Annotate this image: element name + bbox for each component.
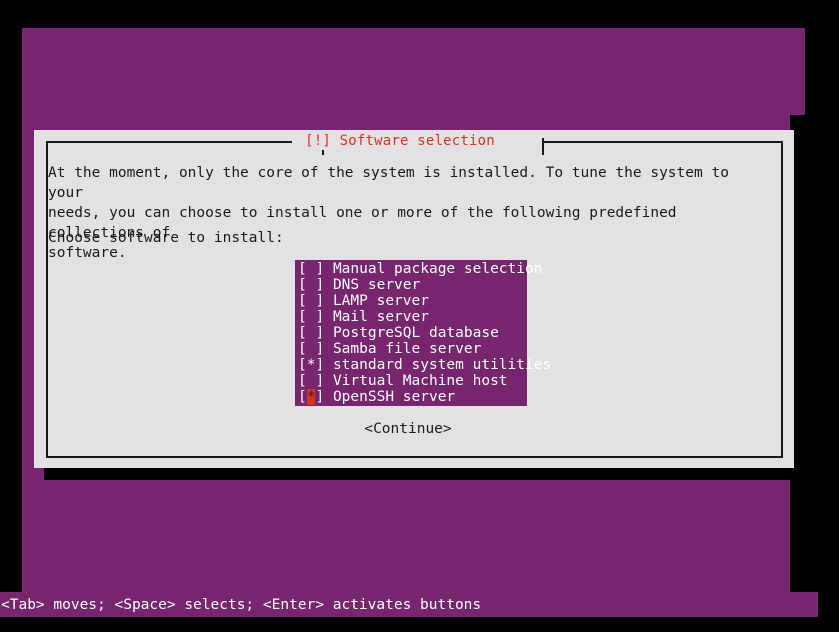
- list-item-label: standard system utilities: [332, 357, 552, 373]
- checkbox-label-gap: [324, 293, 333, 309]
- list-item[interactable]: [ ] DNS server: [295, 277, 527, 293]
- list-item-label: Virtual Machine host: [332, 373, 508, 389]
- dialog-title-tick-right: [542, 138, 544, 155]
- console-backdrop-top: [22, 28, 805, 115]
- checkbox-bracket-open: [: [298, 373, 307, 389]
- checkbox-label-gap: [324, 341, 333, 357]
- installer-screen: [!] Software selection At the moment, on…: [0, 0, 839, 632]
- checkbox-label-gap: [324, 277, 333, 293]
- list-item[interactable]: [ ] LAMP server: [295, 293, 527, 309]
- list-item[interactable]: [*] standard system utilities: [295, 357, 551, 373]
- checkbox-bracket-open: [: [298, 357, 307, 373]
- checkbox-label-gap: [324, 389, 333, 405]
- checkbox-bracket-close: ]: [315, 309, 325, 325]
- checkbox-bracket-open: [: [298, 261, 307, 277]
- list-item-label: DNS server: [332, 277, 421, 293]
- list-item-label: Mail server: [332, 309, 429, 325]
- list-item-label: Samba file server: [332, 341, 482, 357]
- checkbox-bracket-close: ]: [315, 277, 325, 293]
- checkbox-label-gap: [324, 309, 333, 325]
- list-item-label: PostgreSQL database: [332, 325, 499, 341]
- list-item[interactable]: [ ] PostgreSQL database: [295, 325, 527, 341]
- list-item[interactable]: [ ] Mail server: [295, 309, 527, 325]
- dialog-title: [!] Software selection: [292, 132, 508, 150]
- list-item[interactable]: [ ] Virtual Machine host: [295, 373, 527, 389]
- checkbox-label-gap: [324, 325, 333, 341]
- checkbox-bracket-open: [: [298, 293, 307, 309]
- checkbox-bracket-open: [: [298, 277, 307, 293]
- checkbox-bracket-open: [: [298, 341, 307, 357]
- dialog-border-top-right: [544, 141, 783, 143]
- list-item[interactable]: [*] OpenSSH server: [295, 389, 527, 405]
- list-item-label: LAMP server: [332, 293, 429, 309]
- checkbox-bracket-close: ]: [315, 357, 325, 373]
- dialog-prompt: Choose software to install:: [48, 230, 284, 246]
- checkbox-label-gap: [324, 373, 333, 389]
- checkbox-bracket-close: ]: [315, 325, 325, 341]
- dialog-description: At the moment, only the core of the syst…: [48, 165, 729, 261]
- checkbox-bracket-open: [: [298, 325, 307, 341]
- checkbox-bracket-open: [: [298, 389, 307, 405]
- checkbox-label-gap: [324, 261, 333, 277]
- checkbox-bracket-open: [: [298, 309, 307, 325]
- list-item[interactable]: [ ] Manual package selection: [295, 261, 542, 277]
- list-item[interactable]: [ ] Samba file server: [295, 341, 527, 357]
- software-task-list[interactable]: [ ] Manual package selection[ ] DNS serv…: [295, 260, 551, 406]
- keyboard-help-text: <Tab> moves; <Space> selects; <Enter> ac…: [1, 597, 482, 613]
- checkbox-label-gap: [324, 357, 333, 373]
- list-item-label: OpenSSH server: [332, 389, 456, 405]
- list-item-label: Manual package selection: [332, 261, 543, 277]
- checkbox-bracket-close: ]: [315, 261, 325, 277]
- checkbox-bracket-close: ]: [315, 389, 325, 405]
- checkbox-bracket-close: ]: [315, 341, 325, 357]
- checkbox-bracket-close: ]: [315, 293, 325, 309]
- continue-button[interactable]: <Continue>: [34, 420, 782, 438]
- checkbox-bracket-close: ]: [315, 373, 325, 389]
- dialog-border-top-left: [46, 141, 324, 143]
